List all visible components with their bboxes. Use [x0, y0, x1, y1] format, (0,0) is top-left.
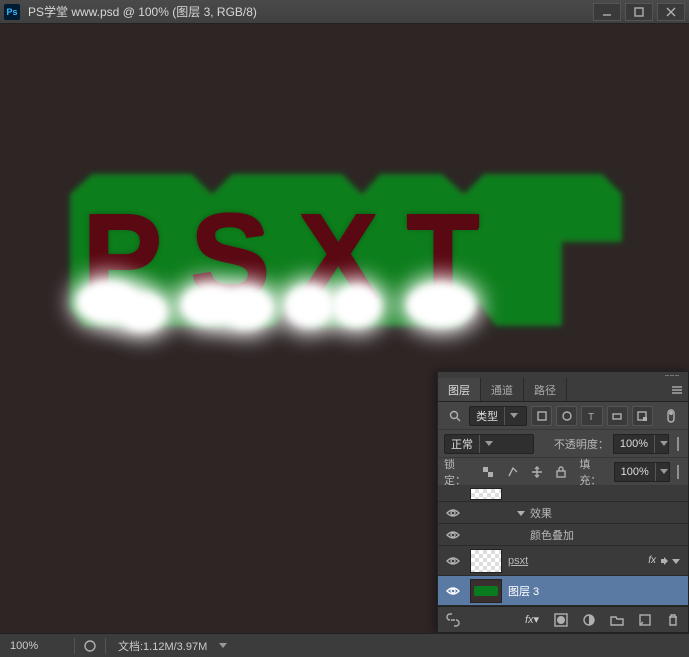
artwork: P S X T [62, 152, 632, 368]
chevron-down-icon[interactable] [670, 557, 682, 565]
document-title: PS学堂 www.psd @ 100% (图层 3, RGB/8) [28, 3, 589, 20]
mask-icon[interactable] [550, 610, 572, 630]
lock-row: 锁定： 填充： 100% [438, 458, 688, 486]
layers-list: 效果 颜色叠加 psxt fx 图层 3 [438, 486, 688, 606]
opacity-label: 不透明度： [554, 436, 609, 452]
status-info-icon[interactable] [79, 636, 101, 656]
opacity-input[interactable]: 100% [613, 434, 669, 454]
letter-p: P [82, 196, 162, 316]
lock-transparent-icon[interactable] [478, 462, 498, 482]
lock-label: 锁定： [444, 456, 474, 488]
adjustment-icon[interactable] [578, 610, 600, 630]
fill-scrubber[interactable] [674, 462, 682, 482]
tab-paths[interactable]: 路径 [524, 378, 567, 401]
maximize-button[interactable] [625, 3, 653, 21]
layer-filter-row: 类型 T [438, 402, 688, 430]
lock-all-icon[interactable] [551, 462, 571, 482]
doc-size: 文档:1.12M/3.97M [110, 638, 215, 654]
app-icon: Ps [4, 4, 20, 20]
filter-type-icon[interactable]: T [581, 406, 602, 426]
layers-panel: 图层 通道 路径 类型 T 正常 不透明度： 100% 锁定： 填充： 100% [437, 371, 689, 633]
fill-label: 填充： [579, 456, 609, 488]
panel-menu-button[interactable] [666, 378, 688, 401]
layer-row-partial[interactable] [438, 486, 688, 502]
knit-text: P S X T [82, 196, 479, 316]
layer-name[interactable]: psxt [508, 555, 648, 567]
fx-color-overlay-label: 颜色叠加 [530, 527, 574, 543]
filter-pixel-icon[interactable] [531, 406, 552, 426]
filter-adjust-icon[interactable] [556, 406, 577, 426]
fx-effects-label: 效果 [530, 505, 552, 521]
fx-badge: fx [648, 555, 656, 566]
fill-input[interactable]: 100% [614, 462, 670, 482]
layer-thumbnail [470, 579, 502, 603]
svg-text:T: T [588, 412, 594, 422]
lock-position-icon[interactable] [527, 462, 547, 482]
layer-thumbnail [470, 549, 502, 573]
visibility-toggle[interactable] [438, 530, 468, 540]
panel-tabs: 图层 通道 路径 [438, 378, 688, 402]
titlebar: Ps PS学堂 www.psd @ 100% (图层 3, RGB/8) [0, 0, 689, 24]
layer-row-layer3[interactable]: 图层 3 [438, 576, 688, 606]
filter-kind-select[interactable]: 类型 [469, 406, 527, 426]
link-layers-icon[interactable] [442, 610, 464, 630]
letter-x: X [298, 196, 378, 316]
fx-icon[interactable]: fx▾ [522, 610, 544, 630]
new-layer-icon[interactable] [634, 610, 656, 630]
fx-effects-row[interactable]: 效果 [438, 502, 688, 524]
status-menu-chevron-icon[interactable] [219, 643, 227, 648]
filter-shape-icon[interactable] [607, 406, 628, 426]
chevron-down-icon [516, 508, 526, 518]
blend-row: 正常 不透明度： 100% [438, 430, 688, 458]
visibility-toggle[interactable] [438, 508, 468, 518]
layer-name[interactable]: 图层 3 [508, 583, 682, 599]
letter-s: S [190, 196, 270, 316]
minimize-button[interactable] [593, 3, 621, 21]
lock-pixels-icon[interactable] [503, 462, 523, 482]
group-icon[interactable] [606, 610, 628, 630]
tab-channels[interactable]: 通道 [481, 378, 524, 401]
layer-thumbnail [470, 488, 502, 500]
tab-layers[interactable]: 图层 [438, 378, 481, 401]
zoom-level[interactable]: 100% [0, 640, 70, 652]
panel-bottom-toolbar: fx▾ [438, 606, 688, 632]
blend-mode-select[interactable]: 正常 [444, 434, 534, 454]
visibility-toggle[interactable] [438, 586, 468, 596]
layer-row-psxt[interactable]: psxt fx [438, 546, 688, 576]
trash-icon[interactable] [662, 610, 684, 630]
filter-toggle-switch[interactable] [661, 406, 682, 426]
close-button[interactable] [657, 3, 685, 21]
fx-color-overlay-row[interactable]: 颜色叠加 [438, 524, 688, 546]
opacity-scrubber[interactable] [673, 434, 682, 454]
filter-search-icon[interactable] [444, 406, 465, 426]
visibility-toggle[interactable] [438, 556, 468, 566]
letter-t: T [406, 196, 479, 316]
chevron-right-icon[interactable] [658, 557, 670, 565]
filter-smart-icon[interactable] [632, 406, 653, 426]
statusbar: 100% 文档:1.12M/3.97M [0, 633, 689, 657]
